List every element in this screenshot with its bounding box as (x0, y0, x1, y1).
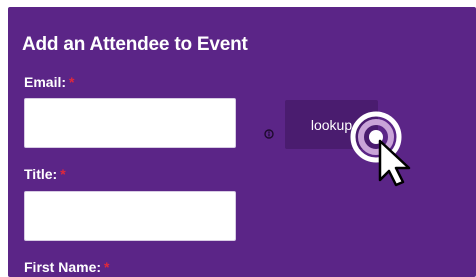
form-title: Add an Attendee to Event (22, 34, 248, 55)
required-marker: * (69, 74, 75, 90)
title-field[interactable] (24, 191, 236, 241)
first-name-label: First Name: * (24, 259, 109, 275)
required-marker: * (60, 166, 66, 182)
email-label: Email: * (24, 74, 74, 90)
add-attendee-panel: Add an Attendee to Event Email: * lookup … (8, 7, 476, 277)
title-label-text: Title: (24, 166, 58, 182)
email-label-text: Email: (24, 74, 67, 90)
required-marker: * (104, 259, 110, 275)
title-label: Title: * (24, 166, 66, 182)
info-circle-icon[interactable] (264, 129, 274, 139)
email-field[interactable] (24, 98, 236, 148)
lookup-button[interactable]: lookup (285, 100, 378, 149)
first-name-label-text: First Name: (24, 259, 102, 275)
